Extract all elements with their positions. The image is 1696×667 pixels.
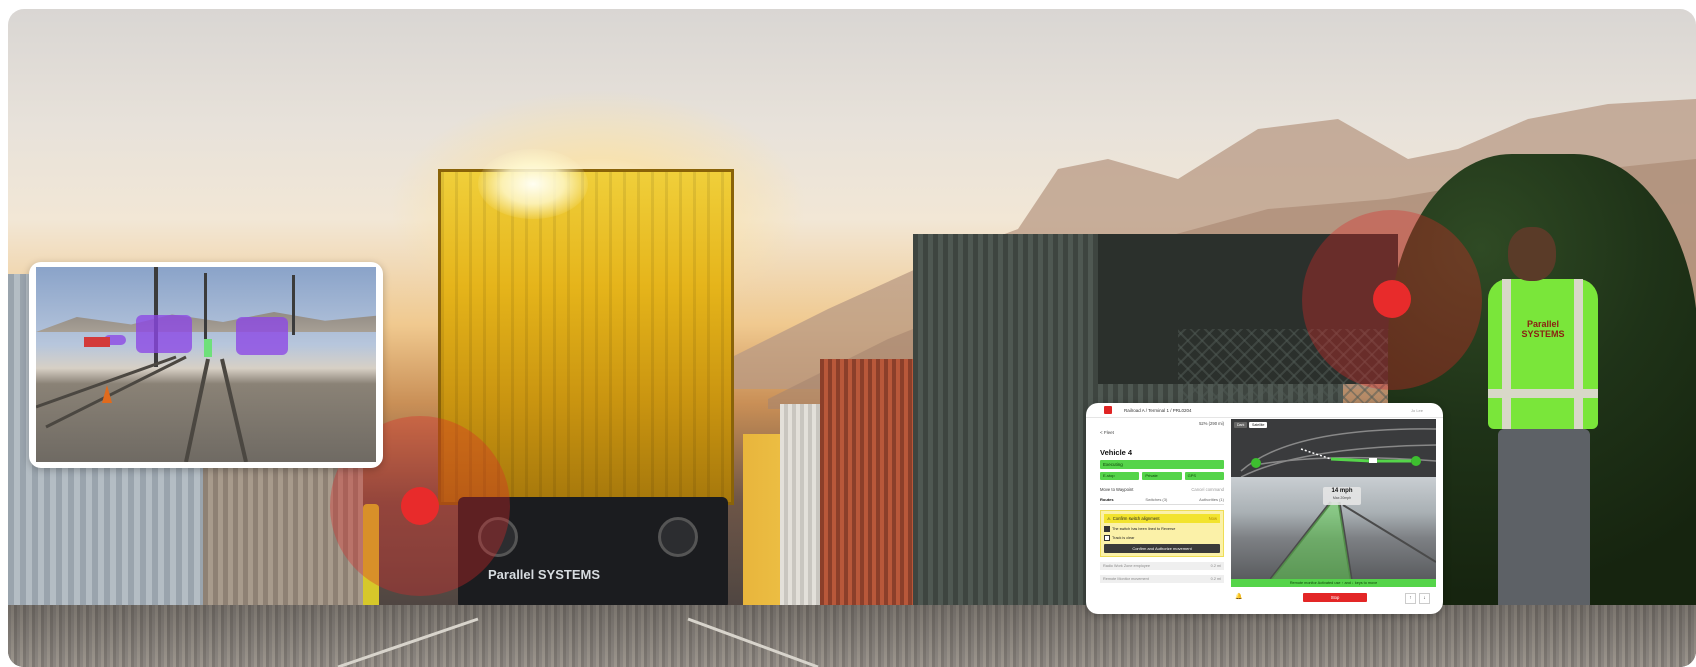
row-value: 0.2 mi — [1210, 577, 1221, 581]
user-name[interactable]: Jo Lee — [1411, 408, 1423, 413]
chip-private: Private — [1142, 472, 1182, 480]
row-label: Radio Work Zone employee — [1103, 564, 1150, 568]
bell-icon[interactable]: 🔔 — [1235, 593, 1242, 600]
breadcrumb[interactable]: Railroad A / Terminal 1 / PRL0204 — [1124, 408, 1191, 413]
checklist-label: Track is clear — [1112, 536, 1135, 540]
arrow-up-icon[interactable]: ↑ — [1405, 593, 1416, 604]
row-label: Remote Monitor movement — [1103, 577, 1149, 581]
vehicle-title: Vehicle 4 — [1100, 448, 1133, 457]
hotspot-marker-operator[interactable] — [1373, 280, 1411, 318]
vehicle-panel: < Fleet 52% (290 mi) Vehicle 4 Executing… — [1100, 421, 1224, 606]
operator-console-inset: Railroad A / Terminal 1 / PRL0204 Jo Lee… — [1086, 403, 1443, 614]
map-and-camera: Dark Satellite 14 mph Max 20mph — [1231, 419, 1436, 579]
arrow-down-icon[interactable]: ↓ — [1419, 593, 1430, 604]
chip-estop: E-stop — [1100, 472, 1140, 480]
status-chips: E-stop Private GPS — [1100, 472, 1224, 480]
track-diagram — [1240, 428, 1436, 477]
back-to-fleet-link[interactable]: < Fleet — [1100, 430, 1114, 435]
chip-gps: GPS — [1184, 472, 1224, 480]
camera-segmentation-view — [36, 267, 376, 462]
confirm-authorize-button[interactable]: Confirm and Authorize movement — [1104, 544, 1220, 553]
tabs: Routes Switches (3) Authorities (1) — [1100, 497, 1224, 505]
checklist-label: The switch has been lined to Reverse — [1112, 527, 1176, 531]
perception-inset — [29, 262, 383, 468]
list-item[interactable]: Radio Work Zone employee 0.2 mi — [1100, 562, 1224, 570]
status-badge: Executing — [1100, 460, 1224, 469]
traffic-cone-icon — [102, 385, 112, 403]
checklist-item[interactable]: The switch has been lined to Reverse — [1104, 526, 1220, 532]
inset-rails — [36, 355, 248, 462]
tab-routes[interactable]: Routes — [1100, 497, 1114, 502]
speed-max: Max 20mph — [1332, 496, 1352, 500]
row-value: 0.2 mi — [1210, 564, 1221, 568]
console-footer: 🔔 Stop ↑ ↓ — [1231, 591, 1436, 605]
checkbox-checked[interactable] — [1104, 526, 1110, 532]
tab-switches[interactable]: Switches (3) — [1145, 497, 1167, 502]
command-title: Move to Waypoint — [1100, 487, 1134, 492]
battery-range: 52% (290 mi) — [1199, 421, 1224, 426]
warning-icon: ⚠ — [1107, 516, 1111, 521]
console-topbar: Railroad A / Terminal 1 / PRL0204 Jo Lee — [1086, 403, 1443, 418]
alert-title: Confirm switch alignment — [1112, 516, 1160, 521]
track-map[interactable]: Dark Satellite — [1231, 419, 1436, 477]
stop-button[interactable]: Stop — [1303, 593, 1367, 602]
command-header: Move to Waypoint Cancel command — [1100, 487, 1224, 492]
alert-header: ⚠ Confirm switch alignment Now — [1104, 514, 1220, 523]
speed-readout: 14 mph Max 20mph — [1323, 487, 1361, 505]
checklist-item[interactable]: Track is clear — [1104, 535, 1220, 541]
hotspot-marker-vehicle[interactable] — [401, 487, 439, 525]
alert-badge: Now — [1208, 516, 1217, 521]
list-item[interactable]: Remote Monitor movement 0.2 mi — [1100, 575, 1224, 583]
switch-alert: ⚠ Confirm switch alignment Now The switc… — [1100, 510, 1224, 557]
camera-feed: 14 mph Max 20mph — [1231, 477, 1436, 579]
speed-value: 14 mph — [1331, 488, 1353, 494]
brand-logo-icon — [1104, 406, 1112, 414]
remote-monitor-banner: Remote monitor Activated use ↑ and ↓ key… — [1231, 579, 1436, 587]
cancel-command-button[interactable]: Cancel command — [1191, 487, 1224, 492]
checkbox-unchecked[interactable] — [1104, 535, 1110, 541]
tab-authorities[interactable]: Authorities (1) — [1199, 497, 1224, 502]
